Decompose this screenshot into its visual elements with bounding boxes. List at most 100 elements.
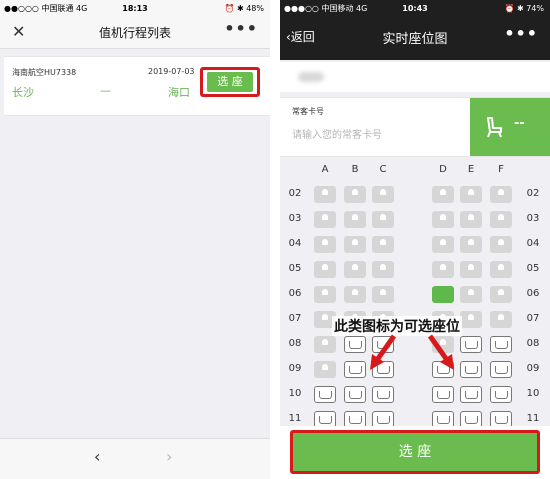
frequent-flyer-input[interactable]: 请输入您的常客卡号 xyxy=(292,126,382,141)
frequent-flyer-label: 常客卡号 xyxy=(292,107,324,116)
seat-occupied xyxy=(490,286,512,303)
seat-occupied xyxy=(460,211,482,228)
seat-available[interactable] xyxy=(490,386,512,403)
seat-occupied xyxy=(460,286,482,303)
row-label: 04 xyxy=(526,238,540,249)
column-header: F xyxy=(498,164,504,175)
seat-available[interactable] xyxy=(314,411,336,426)
row-label: 03 xyxy=(288,213,302,224)
seat-available[interactable] xyxy=(460,411,482,426)
back-arrow-icon[interactable]: ‹ xyxy=(94,447,100,466)
seat-occupied xyxy=(314,286,336,303)
row-label: 02 xyxy=(526,188,540,199)
battery-status: ⏰ ✱ 48% xyxy=(224,3,264,13)
seat-available[interactable] xyxy=(344,336,366,353)
row-label: 11 xyxy=(288,413,302,424)
battery-status: ⏰ ✱ 74% xyxy=(504,3,544,13)
seat-available[interactable] xyxy=(344,361,366,378)
seat-occupied xyxy=(460,261,482,278)
seat-selected xyxy=(432,286,454,303)
seat-occupied xyxy=(344,236,366,253)
row-label: 09 xyxy=(526,363,540,374)
seat-occupied xyxy=(460,311,482,328)
more-options-icon[interactable]: ••• xyxy=(224,19,258,38)
flight-number: 海南航空HU7338 xyxy=(12,68,77,77)
seat-available[interactable] xyxy=(460,361,482,378)
route-dash: — xyxy=(100,84,111,97)
forward-arrow-icon[interactable]: › xyxy=(166,447,172,466)
select-seat-button-highlight: 选 座 xyxy=(200,67,260,97)
select-seat-button[interactable]: 选 座 xyxy=(207,72,253,92)
seat-occupied xyxy=(432,261,454,278)
blurred-name xyxy=(298,72,324,82)
seat-occupied xyxy=(372,186,394,203)
select-seat-button[interactable]: 选 座 xyxy=(290,430,540,474)
destination-city: 海口 xyxy=(168,86,190,99)
divider xyxy=(270,0,280,479)
seat-occupied xyxy=(314,261,336,278)
status-bar: ●●○○○ 中国联通 4G 18:13 ⏰ ✱ 48% xyxy=(0,0,270,16)
seat-occupied xyxy=(432,186,454,203)
nav-bar: ✕ 值机行程列表 ••• xyxy=(0,16,270,49)
seat-available[interactable] xyxy=(432,411,454,426)
seat-occupied xyxy=(314,336,336,353)
row-label: 08 xyxy=(288,338,302,349)
nav-bar: ‹返回 实时座位图 ••• xyxy=(280,16,550,60)
seat-occupied xyxy=(372,261,394,278)
selected-seat-panel: -- xyxy=(470,98,550,156)
seat-icon xyxy=(487,117,502,138)
seat-available[interactable] xyxy=(432,386,454,403)
seat-occupied xyxy=(432,211,454,228)
row-label: 11 xyxy=(526,413,540,424)
seat-occupied xyxy=(490,261,512,278)
seat-occupied xyxy=(432,236,454,253)
seat-available[interactable] xyxy=(314,386,336,403)
seat-occupied xyxy=(372,236,394,253)
seat-occupied xyxy=(460,186,482,203)
row-label: 06 xyxy=(526,288,540,299)
seat-available[interactable] xyxy=(490,361,512,378)
column-header: B xyxy=(351,164,359,175)
seat-occupied xyxy=(490,236,512,253)
seat-map: A B C D E F 02 02 03 03 04 04 05 05 06 06 07 07 08 08… xyxy=(280,158,550,426)
seat-available[interactable] xyxy=(490,411,512,426)
row-label: 08 xyxy=(526,338,540,349)
selected-seat-value: -- xyxy=(514,116,525,131)
seat-occupied xyxy=(344,186,366,203)
seat-occupied xyxy=(490,211,512,228)
row-label: 10 xyxy=(526,388,540,399)
annotation-arrow-icon xyxy=(427,334,454,370)
seat-available[interactable] xyxy=(460,336,482,353)
right-screenshot: ●●●○○ 中国移动 4G 10:43 ⏰ ✱ 74% ‹返回 实时座位图 ••… xyxy=(280,0,550,479)
seat-occupied xyxy=(314,186,336,203)
seat-available[interactable] xyxy=(344,411,366,426)
seat-occupied xyxy=(490,186,512,203)
row-label: 04 xyxy=(288,238,302,249)
row-label: 07 xyxy=(526,313,540,324)
row-label: 03 xyxy=(526,213,540,224)
seat-available[interactable] xyxy=(490,336,512,353)
more-options-icon[interactable]: ••• xyxy=(504,24,538,43)
left-screenshot: ●●○○○ 中国联通 4G 18:13 ⏰ ✱ 48% ✕ 值机行程列表 •••… xyxy=(0,0,270,479)
row-label: 06 xyxy=(288,288,302,299)
seat-available[interactable] xyxy=(372,386,394,403)
row-label: 05 xyxy=(288,263,302,274)
seat-occupied xyxy=(490,311,512,328)
seat-available[interactable] xyxy=(344,386,366,403)
row-label: 09 xyxy=(288,363,302,374)
available-seat-annotation: 此类图标为可选座位 xyxy=(332,316,462,336)
seat-available[interactable] xyxy=(372,411,394,426)
bottom-toolbar: ‹ › xyxy=(0,438,270,479)
seat-occupied xyxy=(344,211,366,228)
column-header: D xyxy=(439,164,447,175)
seat-available[interactable] xyxy=(460,386,482,403)
seat-occupied xyxy=(372,286,394,303)
seat-occupied xyxy=(460,236,482,253)
row-label: 05 xyxy=(526,263,540,274)
blurred-passenger-info xyxy=(280,62,550,92)
column-header: C xyxy=(379,164,387,175)
status-bar: ●●●○○ 中国移动 4G 10:43 ⏰ ✱ 74% xyxy=(280,0,550,16)
row-label: 07 xyxy=(288,313,302,324)
seat-occupied xyxy=(372,211,394,228)
seat-occupied xyxy=(344,261,366,278)
